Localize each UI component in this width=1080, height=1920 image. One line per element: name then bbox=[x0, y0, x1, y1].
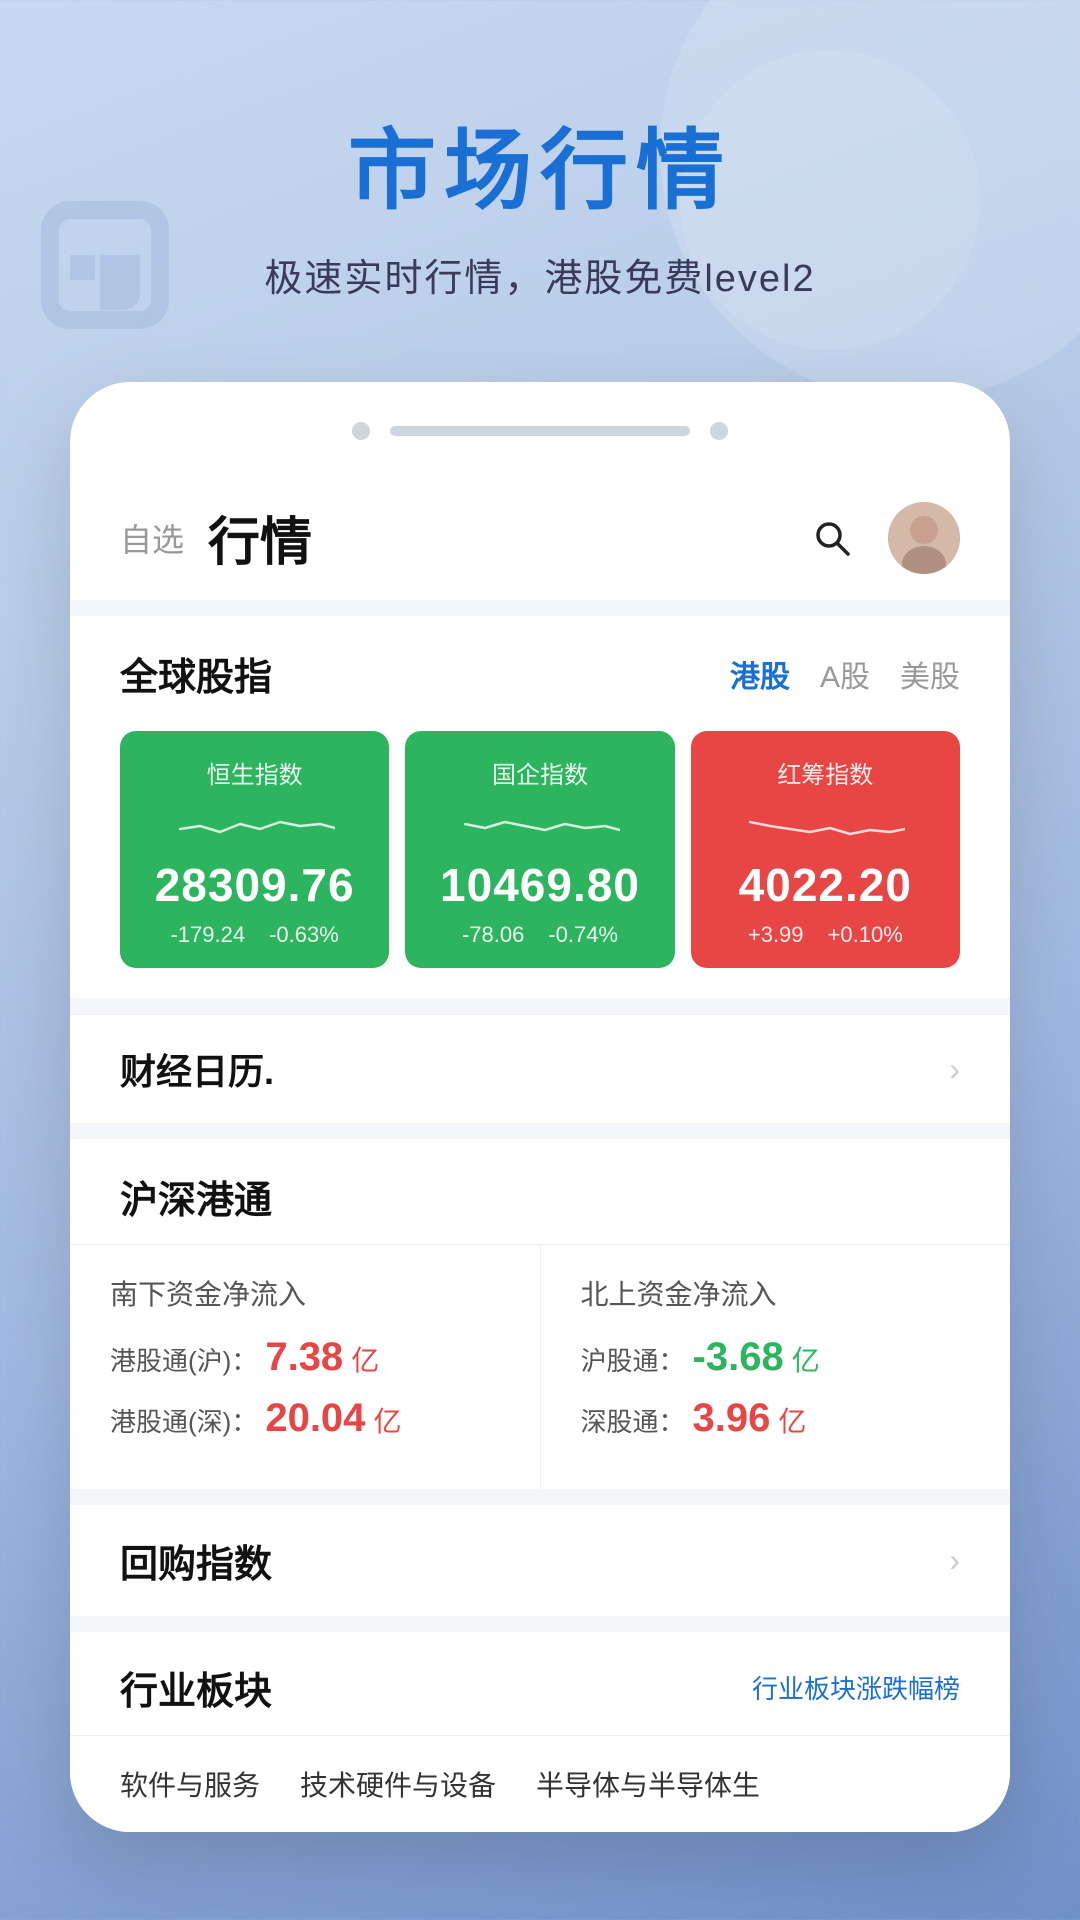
hsg-north-label2: 深股通： bbox=[581, 1402, 685, 1439]
industry-title: 行业板块 bbox=[120, 1660, 272, 1715]
hsg-south-value2: 20.04 bbox=[265, 1396, 365, 1441]
avatar[interactable] bbox=[888, 502, 960, 574]
phone-status-bar bbox=[390, 426, 690, 436]
hsg-north-unit2: 亿 bbox=[778, 1400, 806, 1440]
card-change1-hcci: +3.99 bbox=[748, 922, 804, 948]
card-label-hscei: 国企指数 bbox=[429, 755, 650, 790]
app-content: 自选 行情 bbox=[70, 470, 1010, 1832]
tab-hk[interactable]: 港股 bbox=[730, 652, 790, 696]
hsg-north-row1: 沪股通： -3.68 亿 bbox=[581, 1335, 971, 1380]
index-card-hcci[interactable]: 红筹指数 4022.20 +3.99 +0.10% bbox=[691, 731, 960, 968]
hsg-south-unit1: 亿 bbox=[351, 1339, 379, 1379]
phone-wrapper: 自选 行情 bbox=[0, 362, 1080, 1832]
hsg-north-value2: 3.96 bbox=[693, 1396, 771, 1441]
search-button[interactable] bbox=[806, 512, 858, 564]
phone-dot-right bbox=[710, 422, 728, 440]
global-index-header: 全球股指 港股 A股 美股 bbox=[70, 616, 1010, 721]
buyback-section[interactable]: 回购指数 › bbox=[70, 1505, 1010, 1616]
hsg-grid: 南下资金净流入 港股通(沪)： 7.38 亿 港股通(深)： 20.04 亿 bbox=[70, 1244, 1010, 1489]
avatar-image bbox=[888, 502, 960, 574]
hsg-title: 沪深港通 bbox=[70, 1139, 1010, 1244]
index-card-hsi[interactable]: 恒生指数 28309.76 -179.24 -0.63% bbox=[120, 731, 389, 968]
industry-header: 行业板块 行业板块涨跌幅榜 bbox=[70, 1632, 1010, 1735]
card-change1-hscei: -78.06 bbox=[462, 922, 524, 948]
tab-us[interactable]: 美股 bbox=[900, 652, 960, 696]
hsg-south-label2: 港股通(深)： bbox=[110, 1402, 257, 1439]
card-change2-hscei: -0.74% bbox=[548, 922, 618, 948]
index-cards: 恒生指数 28309.76 -179.24 -0.63% 国企指数 bbox=[70, 721, 1010, 998]
card-label-hsi: 恒生指数 bbox=[144, 755, 365, 790]
phone-mockup: 自选 行情 bbox=[70, 382, 1010, 1832]
hsg-south-title: 南下资金净流入 bbox=[110, 1273, 500, 1313]
phone-top-bar bbox=[70, 422, 1010, 470]
sparkline-hcci bbox=[745, 804, 905, 844]
card-value-hscei: 10469.80 bbox=[429, 858, 650, 912]
market-tabs: 港股 A股 美股 bbox=[730, 652, 960, 696]
industry-tag[interactable]: 行业板块涨跌幅榜 bbox=[752, 1669, 960, 1706]
hsg-south-label1: 港股通(沪)： bbox=[110, 1341, 257, 1378]
nav-main-title: 行情 bbox=[208, 500, 312, 575]
industry-item-1[interactable]: 技术硬件与设备 bbox=[300, 1764, 496, 1804]
hero-section: 市场行情 极速实时行情，港股免费level2 bbox=[0, 0, 1080, 362]
card-changes-hscei: -78.06 -0.74% bbox=[429, 922, 650, 948]
hsg-north-unit1: 亿 bbox=[792, 1339, 820, 1379]
index-card-hscei[interactable]: 国企指数 10469.80 -78.06 -0.74% bbox=[405, 731, 674, 968]
global-index-section: 全球股指 港股 A股 美股 恒生指数 28309.76 bbox=[70, 616, 1010, 998]
sparkline-hsi bbox=[175, 804, 335, 844]
phone-dot-left bbox=[352, 422, 370, 440]
card-change1-hsi: -179.24 bbox=[170, 922, 245, 948]
hero-subtitle: 极速实时行情，港股免费level2 bbox=[40, 247, 1040, 302]
card-value-hsi: 28309.76 bbox=[144, 858, 365, 912]
industry-item-2[interactable]: 半导体与半导体生 bbox=[536, 1764, 760, 1804]
nav-right bbox=[806, 502, 960, 574]
industry-items: 软件与服务 技术硬件与设备 半导体与半导体生 bbox=[70, 1735, 1010, 1832]
buyback-chevron: › bbox=[949, 1542, 960, 1579]
financial-calendar-section: 财经日历. › bbox=[70, 1014, 1010, 1123]
hsg-north-value1: -3.68 bbox=[693, 1335, 784, 1380]
hsg-south-value1: 7.38 bbox=[265, 1335, 343, 1380]
industry-item-0[interactable]: 软件与服务 bbox=[120, 1764, 260, 1804]
sparkline-hscei bbox=[460, 804, 620, 844]
nav-zixuan-label[interactable]: 自选 bbox=[120, 515, 184, 561]
financial-calendar-chevron: › bbox=[949, 1051, 960, 1088]
buyback-title: 回购指数 bbox=[120, 1533, 272, 1588]
hsg-north-label1: 沪股通： bbox=[581, 1341, 685, 1378]
tab-a[interactable]: A股 bbox=[820, 652, 870, 696]
card-changes-hsi: -179.24 -0.63% bbox=[144, 922, 365, 948]
hsg-south-col: 南下资金净流入 港股通(沪)： 7.38 亿 港股通(深)： 20.04 亿 bbox=[70, 1245, 541, 1489]
hsg-south-row1: 港股通(沪)： 7.38 亿 bbox=[110, 1335, 500, 1380]
hsg-section: 沪深港通 南下资金净流入 港股通(沪)： 7.38 亿 港股通(深)： 20.0… bbox=[70, 1139, 1010, 1489]
hsg-north-col: 北上资金净流入 沪股通： -3.68 亿 深股通： 3.96 亿 bbox=[541, 1245, 1011, 1489]
card-change2-hcci: +0.10% bbox=[828, 922, 903, 948]
nav-header: 自选 行情 bbox=[70, 470, 1010, 600]
global-index-title: 全球股指 bbox=[120, 646, 272, 701]
hero-title: 市场行情 bbox=[40, 100, 1040, 227]
search-icon bbox=[810, 516, 854, 560]
hsg-north-row2: 深股通： 3.96 亿 bbox=[581, 1396, 971, 1441]
card-value-hcci: 4022.20 bbox=[715, 858, 936, 912]
industry-section: 行业板块 行业板块涨跌幅榜 软件与服务 技术硬件与设备 半导体与半导体生 bbox=[70, 1632, 1010, 1832]
card-changes-hcci: +3.99 +0.10% bbox=[715, 922, 936, 948]
hsg-north-title: 北上资金净流入 bbox=[581, 1273, 971, 1313]
financial-calendar-title: 财经日历. bbox=[120, 1043, 274, 1095]
card-change2-hsi: -0.63% bbox=[269, 922, 339, 948]
financial-calendar-row[interactable]: 财经日历. › bbox=[70, 1014, 1010, 1123]
nav-left: 自选 行情 bbox=[120, 500, 312, 575]
card-label-hcci: 红筹指数 bbox=[715, 755, 936, 790]
hsg-south-row2: 港股通(深)： 20.04 亿 bbox=[110, 1396, 500, 1441]
hsg-south-unit2: 亿 bbox=[373, 1400, 401, 1440]
